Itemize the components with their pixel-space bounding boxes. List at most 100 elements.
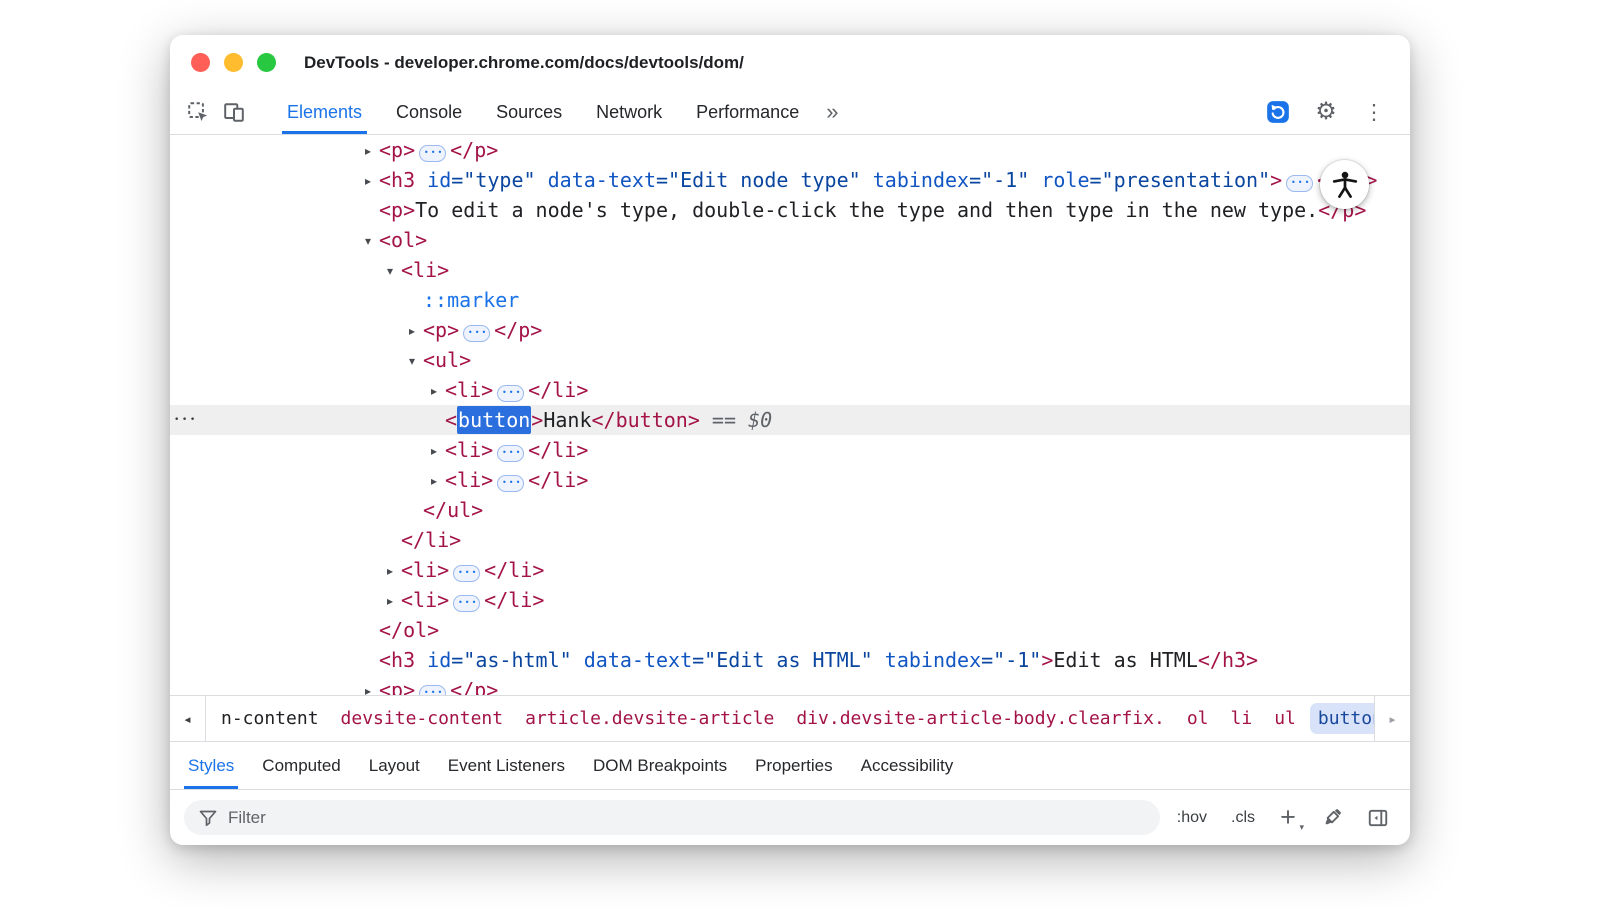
tab-event-listeners[interactable]: Event Listeners [434,742,579,789]
minimize-window-button[interactable] [224,53,243,72]
disclosure-right-icon[interactable]: ▸ [365,676,379,695]
breadcrumb-scroll-left-button[interactable]: ◂ [170,696,206,741]
close-window-button[interactable] [191,53,210,72]
token-attr: id [427,648,451,672]
disclosure-right-icon[interactable]: ▸ [431,436,445,466]
breadcrumb-item-div-devsite-article-body-clearfix-[interactable]: div.devsite-article-body.clearfix. [788,703,1172,734]
token-tag: <li> [445,378,493,402]
element-classes-button[interactable]: .cls [1224,809,1262,827]
dom-node-row[interactable]: ▸<li>•••</li> [170,435,1410,465]
settings-button[interactable]: ⚙ [1308,94,1344,130]
breadcrumb-item-n-content[interactable]: n-content [213,703,327,734]
inspect-element-button[interactable] [180,94,216,130]
tab-computed[interactable]: Computed [248,742,354,789]
expand-ellipsis-button[interactable]: ••• [497,385,524,402]
dom-node-row[interactable]: ▾<ul> [170,345,1410,375]
token-val: ="-1" [969,168,1029,192]
dom-node-row[interactable]: <h3 id="as-html" data-text="Edit as HTML… [170,645,1410,675]
dom-tree: ▸<p>•••</p>▸<h3 id="type" data-text="Edi… [170,135,1410,695]
disclosure-down-icon[interactable]: ▾ [409,346,423,376]
token-tag: <h3 [379,648,415,672]
filter-field[interactable] [184,800,1160,835]
token-text: Edit as HTML [1053,648,1198,672]
token-text [861,168,873,192]
paint-brush-icon [1321,807,1343,829]
tab-console[interactable]: Console [379,90,479,134]
dom-node-row[interactable]: ▸<li>•••</li> [170,585,1410,615]
disclosure-right-icon[interactable]: ▸ [387,586,401,616]
dom-node-row[interactable]: <p>To edit a node's type, double-click t… [170,195,1410,225]
zoom-window-button[interactable] [257,53,276,72]
expand-ellipsis-button[interactable]: ••• [419,145,446,162]
dom-node-row[interactable]: </ol> [170,615,1410,645]
tab-performance[interactable]: Performance [679,90,816,134]
token-tag: <li> [445,468,493,492]
tab-dom-breakpoints[interactable]: DOM Breakpoints [579,742,741,789]
device-toolbar-icon [223,101,245,123]
dom-node-row[interactable]: ▾<li> [170,255,1410,285]
token-tag: > [531,408,543,432]
dom-node-row[interactable]: ▸<p>•••</p> [170,315,1410,345]
more-tabs-button[interactable]: » [826,99,838,125]
node-overflow-icon[interactable]: ••• [174,405,198,435]
disclosure-down-icon[interactable]: ▾ [387,256,401,286]
dom-node-row[interactable]: ▸<p>•••</p> [170,135,1410,165]
dom-node-row[interactable]: ::marker [170,285,1410,315]
breadcrumb-scroll-right-button[interactable]: ▸ [1374,696,1410,741]
tab-sources[interactable]: Sources [479,90,579,134]
dom-node-row[interactable]: ▾<ol> [170,225,1410,255]
expand-ellipsis-button[interactable]: ••• [1286,175,1313,192]
disclosure-right-icon[interactable]: ▸ [431,376,445,406]
tab-properties[interactable]: Properties [741,742,846,789]
tab-accessibility[interactable]: Accessibility [847,742,968,789]
dom-node-row[interactable]: </li> [170,525,1410,555]
tab-elements[interactable]: Elements [270,90,379,134]
dom-node-row[interactable]: ▸<h3 id="type" data-text="Edit node type… [170,165,1410,195]
expand-ellipsis-button[interactable]: ••• [453,595,480,612]
disclosure-right-icon[interactable]: ▸ [365,136,379,166]
inspect-cursor-icon [187,101,209,123]
breadcrumb-item-button[interactable]: button [1310,703,1374,734]
tab-layout[interactable]: Layout [355,742,434,789]
disclosure-right-icon[interactable]: ▸ [365,166,379,196]
device-toolbar-button[interactable] [216,94,252,130]
disclosure-right-icon[interactable]: ▸ [409,316,423,346]
expand-ellipsis-button[interactable]: ••• [497,475,524,492]
toggle-element-state-button[interactable]: :hov [1170,809,1214,827]
disclosure-right-icon[interactable]: ▸ [387,556,401,586]
dom-node-row[interactable]: ▸<li>•••</li> [170,375,1410,405]
new-style-rule-button[interactable]: + ▾ [1272,800,1304,836]
tab-network[interactable]: Network [579,90,679,134]
expand-ellipsis-button[interactable]: ••• [419,685,446,696]
dom-node-row[interactable]: </ul> [170,495,1410,525]
breadcrumb-item-devsite-content[interactable]: devsite-content [333,703,512,734]
dom-node-row[interactable]: ▸<li>•••</li> [170,555,1410,585]
panel-tabs: ElementsConsoleSourcesNetworkPerformance [270,90,816,134]
dom-node-row[interactable]: ▸<li>•••</li> [170,465,1410,495]
disclosure-down-icon[interactable]: ▾ [365,226,379,256]
token-val: ="Edit as HTML" [692,648,873,672]
more-options-button[interactable]: ⋮ [1356,94,1392,130]
token-tag: <ul> [423,348,471,372]
reload-button[interactable] [1260,94,1296,130]
window-controls [191,53,276,72]
dom-node-row[interactable]: ▸<p>•••</p> [170,675,1410,695]
rendering-emulations-button[interactable] [1314,800,1350,836]
tab-styles[interactable]: Styles [174,742,248,789]
filter-input[interactable] [228,808,1146,828]
dom-node-row[interactable]: •••<button>Hank</button> == $0 [170,405,1410,435]
breadcrumb-item-li[interactable]: li [1223,703,1261,734]
token-tag: < [445,408,457,432]
expand-ellipsis-button[interactable]: ••• [463,325,490,342]
token-tag: </ol> [379,618,439,642]
token-tag: <p> [379,678,415,695]
token-tag: <li> [445,438,493,462]
breadcrumb-item-ul[interactable]: ul [1266,703,1304,734]
disclosure-right-icon[interactable]: ▸ [431,466,445,496]
token-tag: </button> [592,408,700,432]
breadcrumb-item-ol[interactable]: ol [1179,703,1217,734]
expand-ellipsis-button[interactable]: ••• [453,565,480,582]
expand-ellipsis-button[interactable]: ••• [497,445,524,462]
toggle-sidebar-button[interactable] [1360,800,1396,836]
breadcrumb-item-article-devsite-article[interactable]: article.devsite-article [517,703,782,734]
